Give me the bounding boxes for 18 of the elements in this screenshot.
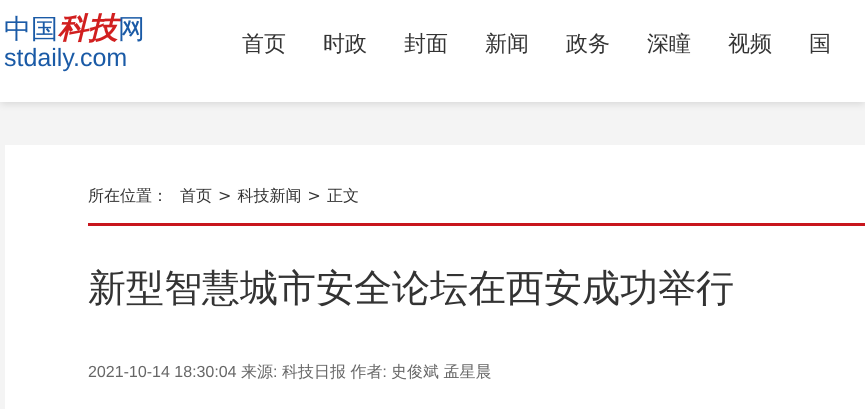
breadcrumb-label: 所在位置： — [88, 185, 168, 207]
nav-link[interactable]: 时政 — [323, 30, 367, 60]
article-title: 新型智慧城市安全论坛在西安成功举行 — [88, 265, 735, 312]
breadcrumb-link[interactable]: 科技新闻 — [237, 185, 302, 207]
nav-link[interactable]: 政务 — [566, 30, 610, 60]
breadcrumb-link[interactable]: 正文 — [326, 185, 359, 207]
nav-link[interactable]: 国 — [809, 30, 831, 60]
nav-link[interactable]: 深瞳 — [647, 30, 691, 60]
logo-name[interactable]: 中国科技网 — [4, 14, 145, 45]
nav-link[interactable]: 新闻 — [485, 30, 529, 60]
nav-link[interactable]: 首页 — [242, 30, 286, 60]
logo-domain[interactable]: stdaily.com — [4, 45, 128, 71]
breadcrumb-separator: > — [218, 185, 232, 207]
article-meta: 2021-10-14 18:30:04 来源: 科技日报 作者: 史俊斌 孟星晨 — [88, 362, 492, 383]
nav-link[interactable]: 封面 — [404, 30, 448, 60]
breadcrumb-link[interactable]: 首页 — [180, 185, 212, 207]
breadcrumb-separator: > — [307, 185, 321, 207]
nav-link[interactable]: 视频 — [728, 30, 772, 60]
